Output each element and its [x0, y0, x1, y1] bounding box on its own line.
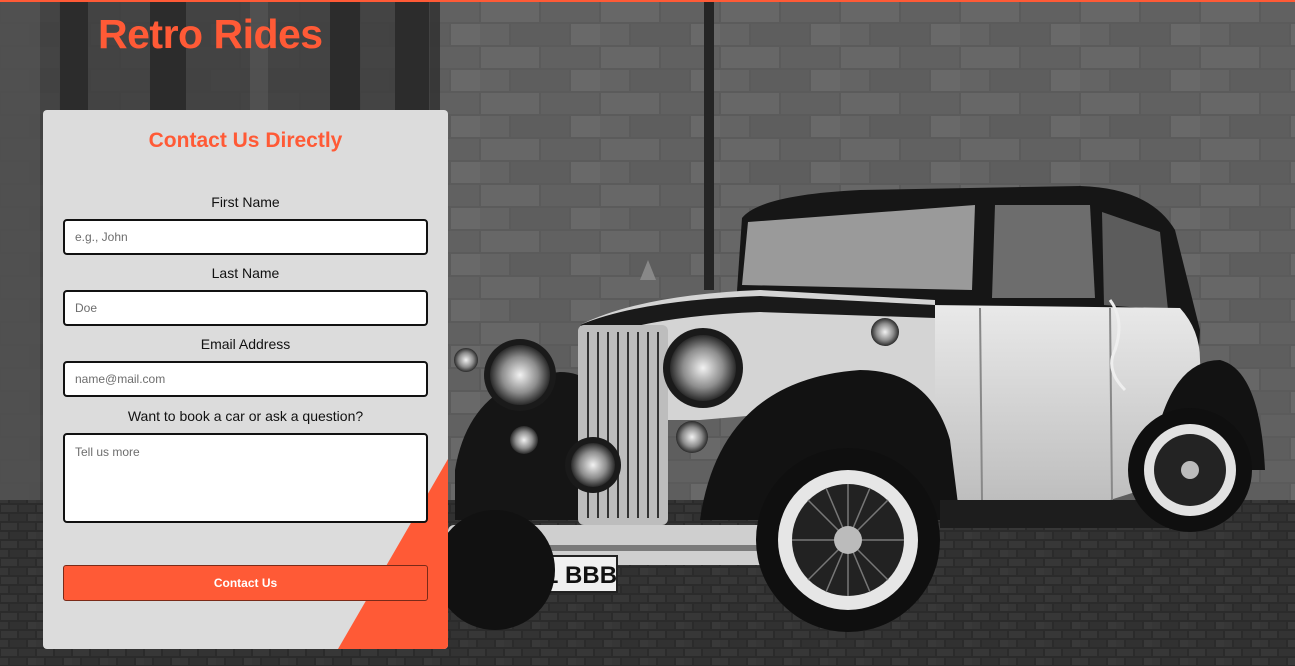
site-logo[interactable]: Retro Rides	[98, 10, 323, 58]
contact-form-card: Contact Us Directly First Name Last Name…	[43, 110, 448, 649]
email-label: Email Address	[200, 336, 291, 352]
last-name-input[interactable]	[63, 290, 428, 326]
message-label: Want to book a car or ask a question?	[127, 408, 364, 424]
contact-us-button[interactable]: Contact Us	[63, 565, 428, 601]
first-name-input[interactable]	[63, 219, 428, 255]
email-input[interactable]	[63, 361, 428, 397]
first-name-label: First Name	[211, 194, 280, 210]
message-textarea[interactable]	[63, 433, 428, 523]
top-accent-line	[0, 0, 1295, 2]
form-title: Contact Us Directly	[148, 129, 343, 152]
last-name-label: Last Name	[211, 265, 280, 281]
